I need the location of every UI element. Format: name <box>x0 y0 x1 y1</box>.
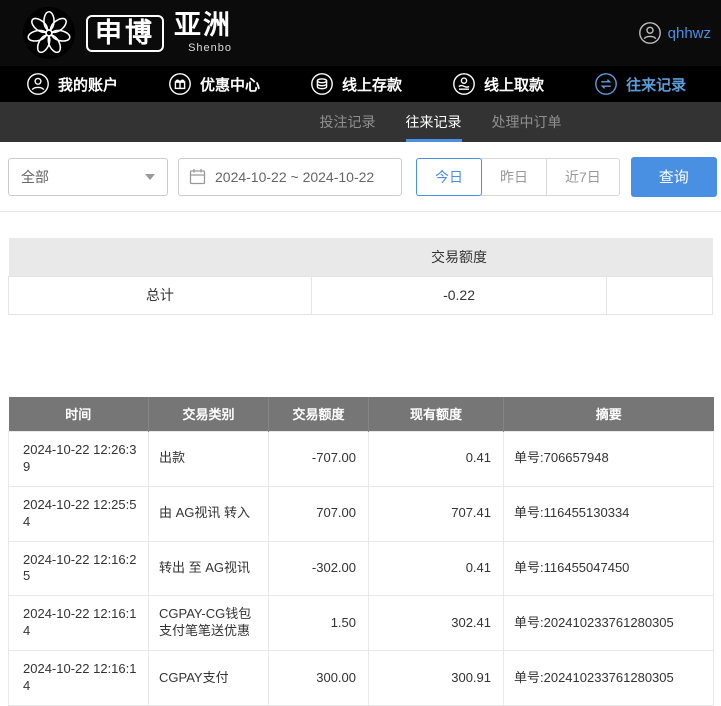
summary-section: 交易额度 总计 -0.22 <box>8 238 713 315</box>
table-cell: 2024-10-22 12:16:14 <box>8 595 149 652</box>
brand-region: 亚洲 <box>174 10 232 40</box>
table-cell: 302.41 <box>368 595 504 652</box>
table-cell: 0.41 <box>368 540 504 597</box>
col-header-time: 时间 <box>8 396 149 432</box>
calendar-icon <box>189 169 206 185</box>
deposit-icon <box>311 73 333 95</box>
nav-item-label: 线上取款 <box>484 76 545 94</box>
table-row: 2024-10-22 12:16:14 CGPAY支付 300.00 300.91 单号… <box>8 650 714 706</box>
nav-item-label: 优惠中心 <box>200 76 261 94</box>
summary-header-empty <box>8 238 312 276</box>
nav-item-label: 往来记录 <box>626 76 687 94</box>
col-header-amount: 交易额度 <box>268 396 369 432</box>
table-cell: 单号:116455130334 <box>503 485 714 542</box>
table-cell: 2024-10-22 12:25:54 <box>8 485 149 542</box>
col-header-balance: 现有额度 <box>368 396 504 432</box>
records-header-row: 时间 交易类别 交易额度 现有额度 摘要 <box>8 396 714 432</box>
table-cell: 2024-10-22 12:26:39 <box>8 431 149 487</box>
table-cell: 单号:706657948 <box>503 431 714 487</box>
type-select-value: 全部 <box>21 168 49 185</box>
nav-item-withdraw[interactable]: 线上取款 <box>452 72 544 96</box>
username[interactable]: qhhwz <box>668 25 711 42</box>
table-cell: 1.50 <box>268 595 369 652</box>
date-range-input[interactable]: 2024-10-22 ~ 2024-10-22 <box>178 157 402 196</box>
table-cell: CGPAY-CG钱包支付笔笔送优惠 <box>148 595 269 652</box>
type-select[interactable]: 全部 <box>8 157 168 196</box>
summary-header-row: 交易额度 <box>8 238 713 276</box>
table-row: 2024-10-22 12:16:25 转出 至 AG视讯 -302.00 0.41 单… <box>8 540 714 597</box>
tab-transaction-records[interactable]: 往来记录 <box>405 102 462 142</box>
table-cell: -707.00 <box>268 431 369 487</box>
table-cell: 0.41 <box>368 431 504 487</box>
tab-processing-orders[interactable]: 处理中订单 <box>492 102 562 142</box>
brand-name-boxed: 申博 <box>86 14 164 52</box>
table-cell: 2024-10-22 12:16:14 <box>8 650 149 706</box>
table-cell: 300.00 <box>268 650 369 706</box>
filter-bar: 全部 2024-10-22 ~ 2024-10-22 今日 昨日 近7日 查询 <box>0 142 721 212</box>
table-cell: CGPAY支付 <box>148 650 269 706</box>
table-cell: -302.00 <box>268 540 369 597</box>
summary-total-row: 总计 -0.22 <box>8 275 713 315</box>
table-cell: 单号:202410233761280305 <box>503 595 714 652</box>
table-cell: 707.00 <box>268 485 369 542</box>
nav-item-promotions[interactable]: 优惠中心 <box>168 72 260 96</box>
nav-item-label: 线上存款 <box>342 76 403 94</box>
lotus-logo-icon <box>22 6 76 60</box>
date-range-value: 2024-10-22 ~ 2024-10-22 <box>215 168 375 185</box>
tab-betting-records[interactable]: 投注记录 <box>320 102 376 142</box>
summary-total-value: -0.22 <box>310 275 608 315</box>
gift-icon <box>169 73 191 95</box>
chevron-down-icon <box>145 173 155 180</box>
brand-subtitle: Shenbo <box>188 42 232 54</box>
today-button[interactable]: 今日 <box>416 157 482 196</box>
table-cell: 300.91 <box>368 650 504 706</box>
quick-date-buttons: 今日 昨日 近7日 <box>416 157 620 196</box>
nav-item-my-account[interactable]: 我的账户 <box>26 72 118 96</box>
table-row: 2024-10-22 12:16:14 CGPAY-CG钱包支付笔笔送优惠 1.50… <box>8 595 714 652</box>
query-button[interactable]: 查询 <box>630 156 717 197</box>
brand-logo: 申博 亚洲 Shenbo <box>22 6 232 60</box>
nav-item-label: 我的账户 <box>58 76 119 94</box>
summary-header-empty <box>606 238 713 276</box>
withdraw-icon <box>453 73 475 95</box>
main-nav: 我的账户 优惠中心 线上存款 线上取款 往来记录 信息 <box>0 66 721 102</box>
records-section: 时间 交易类别 交易额度 现有额度 摘要 2024-10-22 12:26:39… <box>8 396 714 706</box>
user-avatar-icon <box>638 22 661 44</box>
nav-item-records[interactable]: 往来记录 <box>594 72 686 96</box>
summary-empty-cell <box>606 275 713 315</box>
transfer-icon <box>595 73 617 95</box>
col-header-type: 交易类别 <box>148 396 269 432</box>
topbar: 申博 亚洲 Shenbo qhhwz <box>0 0 721 66</box>
sub-nav: 投注记录 往来记录 处理中订单 <box>0 102 721 142</box>
summary-total-label: 总计 <box>8 275 312 315</box>
summary-header-amount: 交易额度 <box>311 238 607 276</box>
table-cell: 2024-10-22 12:16:25 <box>8 540 149 597</box>
user-icon <box>27 73 49 95</box>
last7days-button[interactable]: 近7日 <box>546 157 620 196</box>
yesterday-button[interactable]: 昨日 <box>481 157 547 196</box>
table-cell: 单号:116455047450 <box>503 540 714 597</box>
table-cell: 由 AG视讯 转入 <box>148 485 269 542</box>
records-body: 2024-10-22 12:26:39 出款 -707.00 0.41 单号:70665… <box>8 431 714 706</box>
table-row: 2024-10-22 12:25:54 由 AG视讯 转入 707.00 707.41… <box>8 485 714 542</box>
user-account[interactable]: qhhwz <box>638 21 711 45</box>
table-row: 2024-10-22 12:26:39 出款 -707.00 0.41 单号:70665… <box>8 431 714 487</box>
table-cell: 出款 <box>148 431 269 487</box>
table-cell: 转出 至 AG视讯 <box>148 540 269 597</box>
table-cell: 707.41 <box>368 485 504 542</box>
nav-item-deposit[interactable]: 线上存款 <box>310 72 402 96</box>
col-header-summary: 摘要 <box>503 396 714 432</box>
table-cell: 单号:202410233761280305 <box>503 650 714 706</box>
